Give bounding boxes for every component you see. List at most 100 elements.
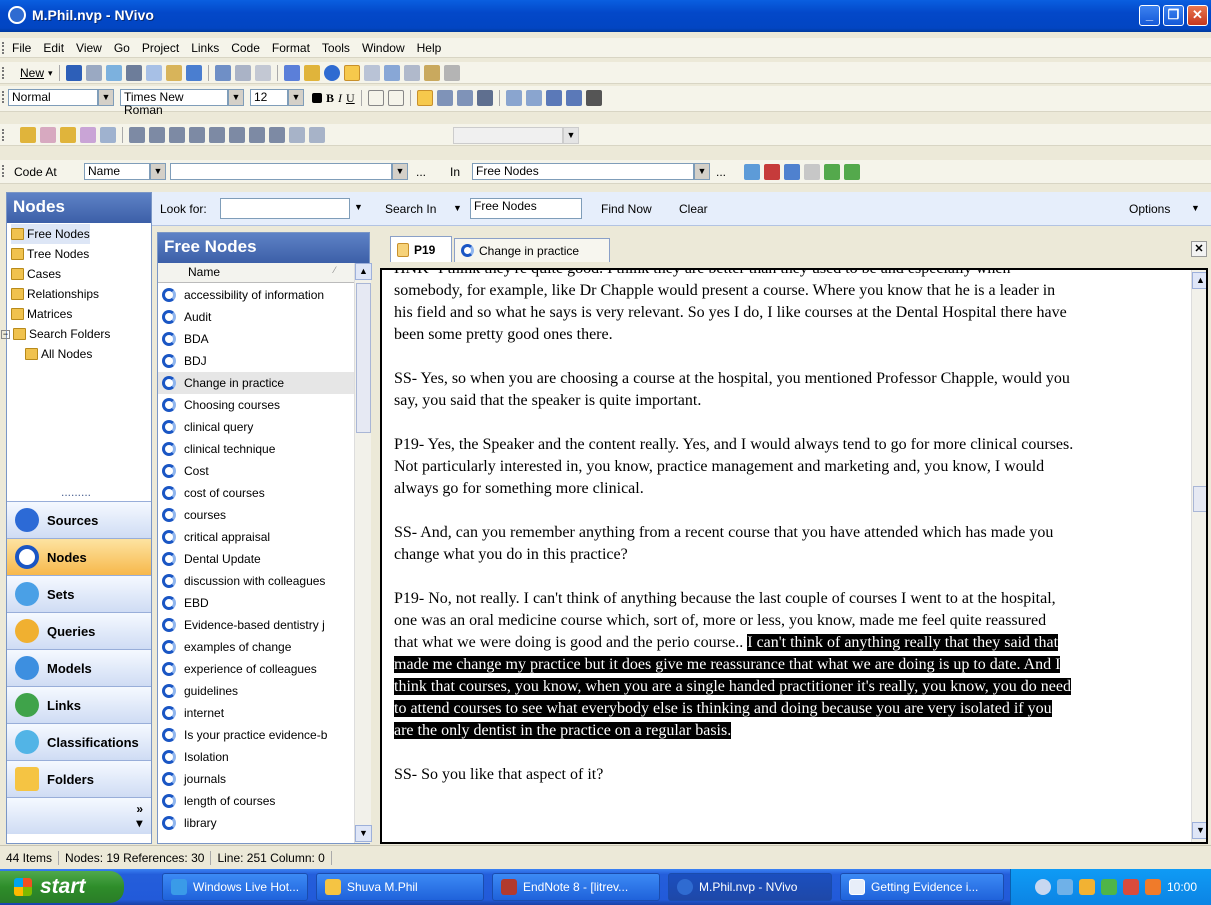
chevron-down-icon[interactable]: ▼ <box>694 163 710 180</box>
model-icon[interactable] <box>303 65 320 81</box>
pane-splitter[interactable]: ......... <box>61 485 91 499</box>
detail-view-icon[interactable] <box>343 65 360 81</box>
chevron-down-icon[interactable]: ▼ <box>150 163 166 180</box>
messenger-icon[interactable] <box>1100 879 1117 895</box>
row-height-icon[interactable] <box>309 127 325 143</box>
task-getting-evidence[interactable]: Getting Evidence i... <box>840 873 1004 901</box>
cell-icon[interactable] <box>269 127 285 143</box>
task-shuva-mphil[interactable]: Shuva M.Phil <box>316 873 484 901</box>
insert-row-icon[interactable] <box>149 127 165 143</box>
underline-icon[interactable]: U <box>346 91 355 106</box>
annotation-icon[interactable] <box>60 127 76 143</box>
search-in-label[interactable]: Search In <box>385 202 436 216</box>
more-buttons[interactable]: » ▾ <box>7 797 151 834</box>
outline-icon[interactable] <box>234 65 251 81</box>
close-tab-icon[interactable]: ✕ <box>1191 241 1207 257</box>
restore-button[interactable]: ❐ <box>1163 5 1184 26</box>
column-header-name[interactable]: Name ⁄ <box>158 263 369 283</box>
bold-icon[interactable]: B <box>326 91 334 106</box>
tab-p19[interactable]: P19 <box>390 236 452 262</box>
list-item[interactable]: journals <box>158 768 354 790</box>
list-item[interactable]: guidelines <box>158 680 354 702</box>
scroll-thumb[interactable] <box>1193 486 1206 512</box>
print-icon[interactable] <box>85 65 102 81</box>
nav-button-nodes[interactable]: Nodes <box>7 538 151 575</box>
new-button[interactable]: New <box>20 66 44 80</box>
list-item[interactable]: clinical technique <box>158 438 354 460</box>
see-also-icon[interactable] <box>80 127 96 143</box>
scroll-up-icon[interactable]: ▲ <box>355 263 372 280</box>
nvivo-icon[interactable] <box>323 65 340 81</box>
hyperlink-icon[interactable] <box>100 127 116 143</box>
start-button[interactable]: start <box>0 871 124 903</box>
chevron-down-icon[interactable]: ▼ <box>392 163 408 180</box>
chevron-left-icon[interactable] <box>1034 879 1051 895</box>
task-nvivo[interactable]: M.Phil.nvp - NVivo <box>668 873 832 901</box>
list-icon[interactable] <box>214 65 231 81</box>
list-item[interactable]: courses <box>158 504 354 526</box>
browse-button[interactable]: ... <box>416 165 426 179</box>
undo-icon[interactable] <box>185 65 202 81</box>
align-center-icon[interactable] <box>436 90 453 106</box>
column-width-icon[interactable] <box>289 127 305 143</box>
italic-icon[interactable]: I <box>338 91 342 106</box>
menu-help[interactable]: Help <box>411 38 448 58</box>
chevron-right-icon[interactable]: » ▾ <box>136 802 143 830</box>
nav-button-folders[interactable]: Folders <box>7 760 151 797</box>
search-icon[interactable] <box>1078 879 1095 895</box>
delete-row-icon[interactable] <box>189 127 205 143</box>
document-view[interactable]: HNK- I think they're quite good. I think… <box>380 268 1208 844</box>
preview-icon[interactable] <box>105 65 122 81</box>
scroll-down-icon[interactable]: ▼ <box>1192 822 1206 839</box>
nav-button-models[interactable]: Models <box>7 649 151 686</box>
save-icon[interactable] <box>65 65 82 81</box>
browse-in-button[interactable]: ... <box>716 165 726 179</box>
network-icon[interactable] <box>1056 879 1073 895</box>
list-item[interactable]: clinical query <box>158 416 354 438</box>
chevron-down-icon[interactable]: ▼ <box>288 89 304 106</box>
list-item[interactable]: Is your practice evidence-b <box>158 724 354 746</box>
clear-button[interactable]: Clear <box>679 202 708 216</box>
indent-icon[interactable] <box>525 90 542 106</box>
coding-stripes-icon[interactable] <box>824 164 840 180</box>
close-button[interactable]: ✕ <box>1187 5 1208 26</box>
tab-change-in-practice[interactable]: Change in practice <box>454 238 610 262</box>
list-item[interactable]: length of courses <box>158 790 354 812</box>
find-icon[interactable] <box>383 65 400 81</box>
align-left-icon[interactable] <box>416 90 433 106</box>
find-now-button[interactable]: Find Now <box>601 202 652 216</box>
numbering-icon[interactable] <box>565 90 582 106</box>
font-color-icon[interactable] <box>312 93 322 103</box>
list-item[interactable]: Choosing courses <box>158 394 354 416</box>
menu-go[interactable]: Go <box>108 38 136 58</box>
task-endnote[interactable]: EndNote 8 - [litrev... <box>492 873 660 901</box>
delete-column-icon[interactable] <box>209 127 225 143</box>
list-item[interactable]: internet <box>158 702 354 724</box>
list-item[interactable]: library <box>158 812 354 834</box>
nav-button-queries[interactable]: Queries <box>7 612 151 649</box>
menu-project[interactable]: Project <box>136 38 185 58</box>
chart-icon[interactable] <box>283 65 300 81</box>
uncode-icon[interactable] <box>764 164 780 180</box>
style-select[interactable]: Normal <box>8 89 98 106</box>
nav-button-links[interactable]: Links <box>7 686 151 723</box>
font-size-select[interactable]: 12 <box>250 89 288 106</box>
sort-icon[interactable] <box>403 65 420 81</box>
document-text[interactable]: HNK- I think they're quite good. I think… <box>394 270 1074 808</box>
paste-icon[interactable] <box>165 65 182 81</box>
scroll-thumb[interactable] <box>356 283 371 433</box>
menu-links[interactable]: Links <box>185 38 225 58</box>
chevron-down-icon[interactable]: ▼ <box>228 89 244 106</box>
cut-icon[interactable] <box>125 65 142 81</box>
list-item[interactable]: Isolation <box>158 746 354 768</box>
justify-icon[interactable] <box>476 90 493 106</box>
align-right-icon[interactable] <box>456 90 473 106</box>
shading-icon[interactable] <box>387 90 404 106</box>
list-item[interactable]: BDJ <box>158 350 354 372</box>
chevron-down-icon[interactable]: ▼ <box>1191 203 1200 213</box>
minimize-button[interactable]: _ <box>1139 5 1160 26</box>
menu-tools[interactable]: Tools <box>316 38 356 58</box>
nav-tree-all-nodes[interactable]: All Nodes <box>25 344 92 364</box>
nav-tree-cases[interactable]: Cases <box>11 264 61 284</box>
highlight-icon[interactable] <box>804 164 820 180</box>
